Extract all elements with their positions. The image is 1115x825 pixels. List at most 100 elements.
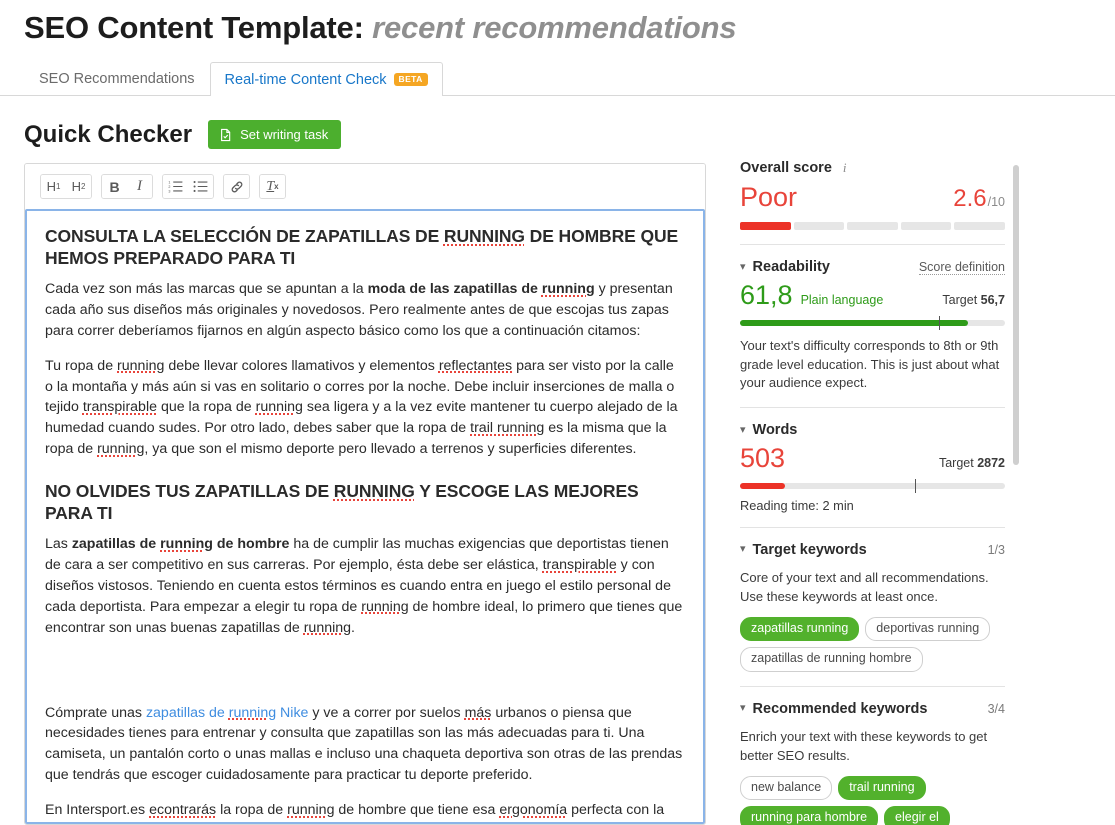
document-paragraph-3: Las zapatillas de running de hombre ha d… — [45, 534, 685, 638]
quick-checker-title: Quick Checker — [24, 120, 193, 148]
keyword-pill[interactable]: deportivas running — [865, 616, 991, 642]
chevron-down-icon[interactable]: ▾ — [740, 424, 746, 436]
target-keywords-header[interactable]: ▾ Target keywords 1/3 — [740, 542, 1005, 558]
svg-text:3: 3 — [168, 189, 170, 193]
ordered-list-button[interactable]: 1 2 3 — [163, 175, 188, 198]
keyword-pill[interactable]: elegir el — [884, 806, 950, 825]
set-writing-task-button[interactable]: Set writing task — [208, 120, 342, 149]
p4-a: Cómprate unas — [45, 704, 146, 721]
recommended-keywords-title: Recommended keywords — [752, 700, 928, 717]
p5-b: la ropa de — [216, 802, 288, 819]
keyword-pill[interactable]: zapatillas running — [740, 616, 860, 642]
score-segment-3 — [847, 222, 898, 230]
section-recommended-keywords: ▾ Recommended keywords 3/4 Enrich your t… — [740, 685, 1005, 825]
p3-err-2: running — [361, 598, 409, 615]
ordered-list-icon: 1 2 3 — [168, 180, 183, 193]
words-progress-bar — [740, 478, 1005, 493]
page-title: SEO Content Template: recent recommendat… — [24, 10, 737, 46]
p4-link-a: zapatillas de — [145, 704, 229, 721]
chevron-down-icon[interactable]: ▾ — [740, 261, 746, 273]
readability-target-label: Target — [942, 293, 978, 307]
readability-target: Target 56,7 — [942, 293, 1005, 307]
section-words: ▾ Words 503 Target 2872 Reading time: 2 … — [740, 407, 1005, 527]
p2-err-6: running — [97, 441, 145, 458]
bold-button[interactable]: B — [102, 175, 127, 198]
readability-progress-fill — [740, 319, 968, 326]
toolbar-group-clear: Tx — [259, 174, 286, 199]
tab-real-time-content-check[interactable]: Real-time Content Check BETA — [209, 62, 443, 96]
heading-1-button[interactable]: H1 — [41, 175, 66, 198]
readability-value-label: Plain language — [800, 293, 884, 307]
keyword-pill[interactable]: running para hombre — [740, 806, 879, 825]
nike-link[interactable]: zapatillas de running Nike — [146, 705, 308, 721]
words-header[interactable]: ▾ Words — [740, 422, 1005, 438]
readability-value: 61,8 — [740, 280, 793, 310]
overall-score-header: Overall score i — [740, 160, 1005, 176]
keyword-pill[interactable]: trail running — [838, 775, 926, 801]
p2-err-3: transpirable — [82, 399, 157, 416]
quick-checker-header: Quick Checker Set writing task — [24, 120, 342, 149]
readability-target-marker — [938, 315, 941, 330]
editor-text-area[interactable]: CONSULTA LA SELECCIÓN DE ZAPATILLAS DE R… — [25, 209, 705, 824]
document-heading-2: NO OLVIDES TUS ZAPATILLAS DE RUNNING Y E… — [45, 480, 685, 524]
readability-title: Readability — [752, 259, 830, 275]
unordered-list-button[interactable] — [188, 175, 213, 198]
info-icon[interactable]: i — [843, 160, 847, 176]
app-root: SEO Content Template: recent recommendat… — [0, 0, 1115, 825]
heading2-part-a: NO OLVIDES TUS ZAPATILLAS DE — [45, 481, 334, 502]
editor-toolbar: H1 H2 B I 1 2 3 T x — [25, 164, 705, 209]
overall-score-value: 2.6 — [953, 185, 987, 212]
keyword-pill[interactable]: zapatillas de running hombre — [740, 647, 923, 672]
readability-target-value: 56,7 — [980, 293, 1005, 307]
panel-scrollbar-thumb[interactable] — [1013, 165, 1019, 465]
recommended-keywords-header[interactable]: ▾ Recommended keywords 3/4 — [740, 701, 1005, 717]
section-target-keywords: ▾ Target keywords 1/3 Core of your text … — [740, 526, 1005, 686]
toolbar-group-link — [223, 174, 250, 199]
target-keywords-count: 1/3 — [987, 542, 1005, 557]
readability-header[interactable]: ▾ Readability Score definition — [740, 259, 1005, 275]
italic-button[interactable]: I — [127, 175, 152, 198]
insert-link-button[interactable] — [224, 175, 249, 198]
recommended-keywords-list: new balance trail running running para h… — [740, 775, 1005, 825]
analysis-panel: Overall score i Poor 2.6 /10 ▾ Readabili… — [740, 160, 1005, 825]
section-overall-score: Overall score i Poor 2.6 /10 — [740, 160, 1005, 244]
clear-format-sub: x — [274, 182, 279, 191]
chevron-down-icon[interactable]: ▾ — [740, 544, 746, 555]
score-segment-5 — [954, 222, 1005, 230]
tab-seo-recommendations[interactable]: SEO Recommendations — [24, 62, 210, 95]
p2-b: debe llevar colores llamativos y element… — [164, 357, 439, 374]
tab-seo-recommendations-label: SEO Recommendations — [39, 71, 195, 87]
clear-formatting-button[interactable]: Tx — [260, 175, 285, 198]
words-title: Words — [752, 422, 798, 439]
p3-e: . — [351, 619, 355, 636]
words-values: 503 Target 2872 — [740, 444, 1005, 474]
p2-a: Tu ropa de — [45, 357, 118, 374]
target-keywords-list: zapatillas running deportivas running za… — [740, 616, 1005, 672]
page-title-label: SEO Content Template: — [24, 10, 364, 45]
score-definition-link[interactable]: Score definition — [918, 260, 1005, 275]
link-icon — [230, 180, 244, 194]
p5-err-2: running — [287, 802, 335, 819]
score-segment-4 — [900, 222, 952, 230]
chevron-down-icon[interactable]: ▾ — [740, 703, 746, 714]
document-paragraph-4: Cómprate unas zapatillas de running Nike… — [45, 703, 685, 787]
editor-container: H1 H2 B I 1 2 3 T x CONSULTA LA SELECCIÓ… — [24, 163, 706, 825]
document-check-icon — [219, 128, 233, 142]
page-title-template-name: recent recommendations — [372, 10, 737, 45]
p2-err-5: trail running — [470, 420, 545, 437]
overall-score-label: Overall score — [740, 160, 832, 176]
keyword-pill[interactable]: new balance — [740, 775, 833, 801]
p1-part-a: Cada vez son más las marcas que se apunt… — [45, 281, 368, 298]
p2-d: que la ropa de — [157, 399, 256, 416]
score-segment-2 — [793, 222, 845, 230]
words-value: 503 — [740, 443, 786, 474]
p2-err-1: running — [117, 357, 165, 374]
document-paragraph-5: En Intersport.es econtrarás la ropa de r… — [45, 800, 685, 822]
heading-2-button[interactable]: H2 — [66, 175, 91, 198]
target-keywords-title: Target keywords — [752, 541, 867, 558]
h2-label: H — [71, 179, 81, 194]
clear-format-letter: T — [266, 178, 275, 194]
readability-description: Your text's difficulty corresponds to 8t… — [740, 337, 1000, 391]
p2-err-2: reflectantes — [438, 357, 513, 374]
toolbar-group-headings: H1 H2 — [40, 174, 92, 199]
